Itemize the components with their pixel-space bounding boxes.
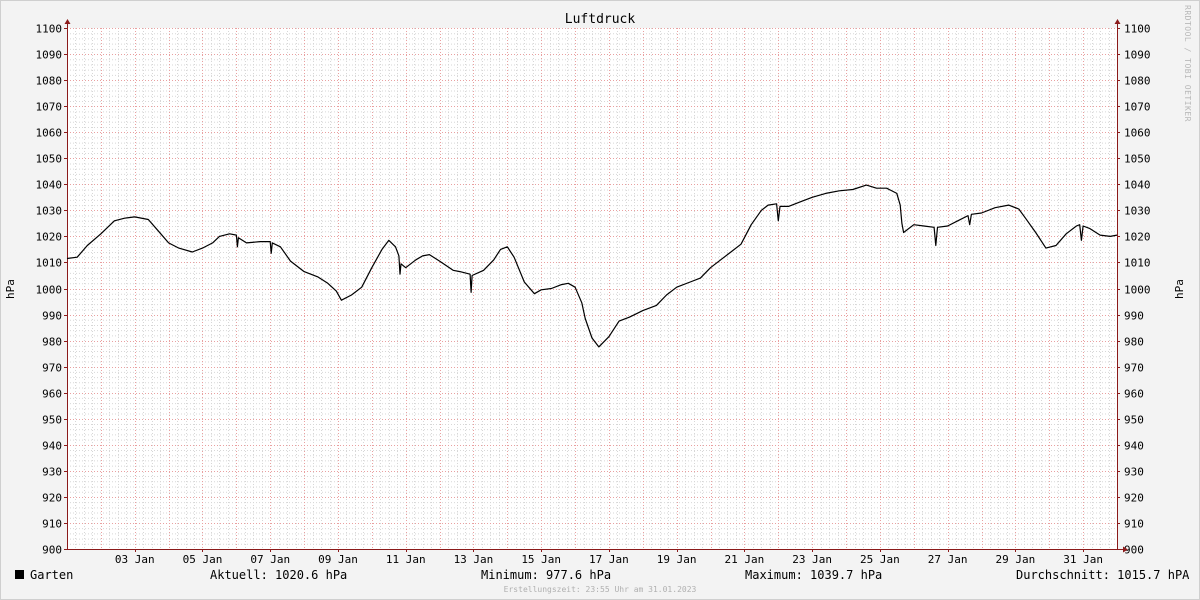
y-tick-label-left: 1070 [36, 101, 63, 114]
x-tick-label: 13 Jan [454, 553, 494, 566]
y-tick-label-right: 920 [1124, 492, 1144, 505]
y-tick-label-left: 1010 [36, 257, 63, 270]
legend-aktuell: Aktuell: 1020.6 hPa [210, 568, 348, 582]
y-tick-label-right: 940 [1124, 440, 1144, 453]
x-tick-label: 21 Jan [725, 553, 765, 566]
y-tick-label-left: 920 [42, 492, 62, 505]
y-axis-label-right: hPa [1173, 279, 1186, 299]
y-tick-label-left: 940 [42, 440, 62, 453]
x-tick-label: 11 Jan [386, 553, 426, 566]
y-tick-label-right: 1060 [1124, 127, 1151, 140]
y-tick-label-right: 970 [1124, 362, 1144, 375]
x-tick-label: 29 Jan [996, 553, 1036, 566]
y-tick-label-left: 900 [42, 544, 62, 557]
legend-durchschnitt: Durchschnitt: 1015.7 hPA [1016, 568, 1190, 582]
creation-time: Erstellungszeit: 23:55 Uhr am 31.01.2023 [503, 585, 697, 594]
y-tick-label-right: 1020 [1124, 231, 1151, 244]
y-axis-label-left: hPa [4, 279, 17, 299]
y-tick-label-left: 1040 [36, 179, 63, 192]
y-tick-label-right: 1000 [1124, 284, 1151, 297]
y-tick-label-right: 1080 [1124, 75, 1151, 88]
x-tick-label: 17 Jan [589, 553, 629, 566]
watermark: RRDTOOL / TOBI OETIKER [1183, 5, 1192, 122]
x-tick-label: 27 Jan [928, 553, 968, 566]
y-tick-label-right: 1100 [1124, 23, 1151, 36]
y-tick-label-left: 1060 [36, 127, 63, 140]
y-tick-label-left: 960 [42, 388, 62, 401]
y-tick-label-left: 1090 [36, 49, 63, 62]
y-tick-label-right: 950 [1124, 414, 1144, 427]
y-tick-label-left: 980 [42, 336, 62, 349]
x-tick-label: 31 Jan [1063, 553, 1103, 566]
y-tick-label-left: 1020 [36, 231, 63, 244]
x-tick-label: 03 Jan [115, 553, 155, 566]
x-tick-label: 19 Jan [657, 553, 697, 566]
legend-minimum: Minimum: 977.6 hPa [481, 568, 612, 582]
y-tick-label-left: 950 [42, 414, 62, 427]
y-tick-label-left: 1100 [36, 23, 63, 36]
y-axis-arrow-left [64, 19, 71, 24]
y-tick-label-left: 990 [42, 310, 62, 323]
y-tick-label-right: 1090 [1124, 49, 1151, 62]
x-tick-label: 23 Jan [792, 553, 832, 566]
legend-maximum: Maximum: 1039.7 hPa [745, 568, 883, 582]
y-tick-label-right: 910 [1124, 518, 1144, 531]
y-tick-label-left: 910 [42, 518, 62, 531]
x-tick-label: 09 Jan [318, 553, 358, 566]
y-tick-label-right: 1030 [1124, 205, 1151, 218]
y-tick-label-right: 1040 [1124, 179, 1151, 192]
y-tick-label-left: 1050 [36, 153, 63, 166]
y-tick-label-left: 1030 [36, 205, 63, 218]
y-tick-label-right: 990 [1124, 310, 1144, 323]
y-tick-label-right: 1010 [1124, 257, 1151, 270]
chart-title: Luftdruck [565, 12, 636, 27]
x-tick-label: 07 Jan [250, 553, 290, 566]
x-tick-label: 25 Jan [860, 553, 900, 566]
y-tick-label-left: 1000 [36, 284, 63, 297]
y-tick-label-right: 930 [1124, 466, 1144, 479]
pressure-chart: 900 900910 910920 920930 930940 940950 950960 9… [4, 12, 1186, 566]
y-tick-label-left: 1080 [36, 75, 63, 88]
y-tick-label-right: 1050 [1124, 153, 1151, 166]
legend-swatch [15, 570, 24, 579]
legend-series-name: Garten [30, 568, 74, 582]
y-tick-label-right: 1070 [1124, 101, 1151, 114]
y-tick-label-left: 930 [42, 466, 62, 479]
y-axis-arrow-right [1114, 19, 1121, 24]
y-tick-label-right: 980 [1124, 336, 1144, 349]
y-tick-label-left: 970 [42, 362, 62, 375]
x-tick-label: 05 Jan [183, 553, 223, 566]
y-tick-label-right: 960 [1124, 388, 1144, 401]
x-tick-label: 15 Jan [521, 553, 561, 566]
